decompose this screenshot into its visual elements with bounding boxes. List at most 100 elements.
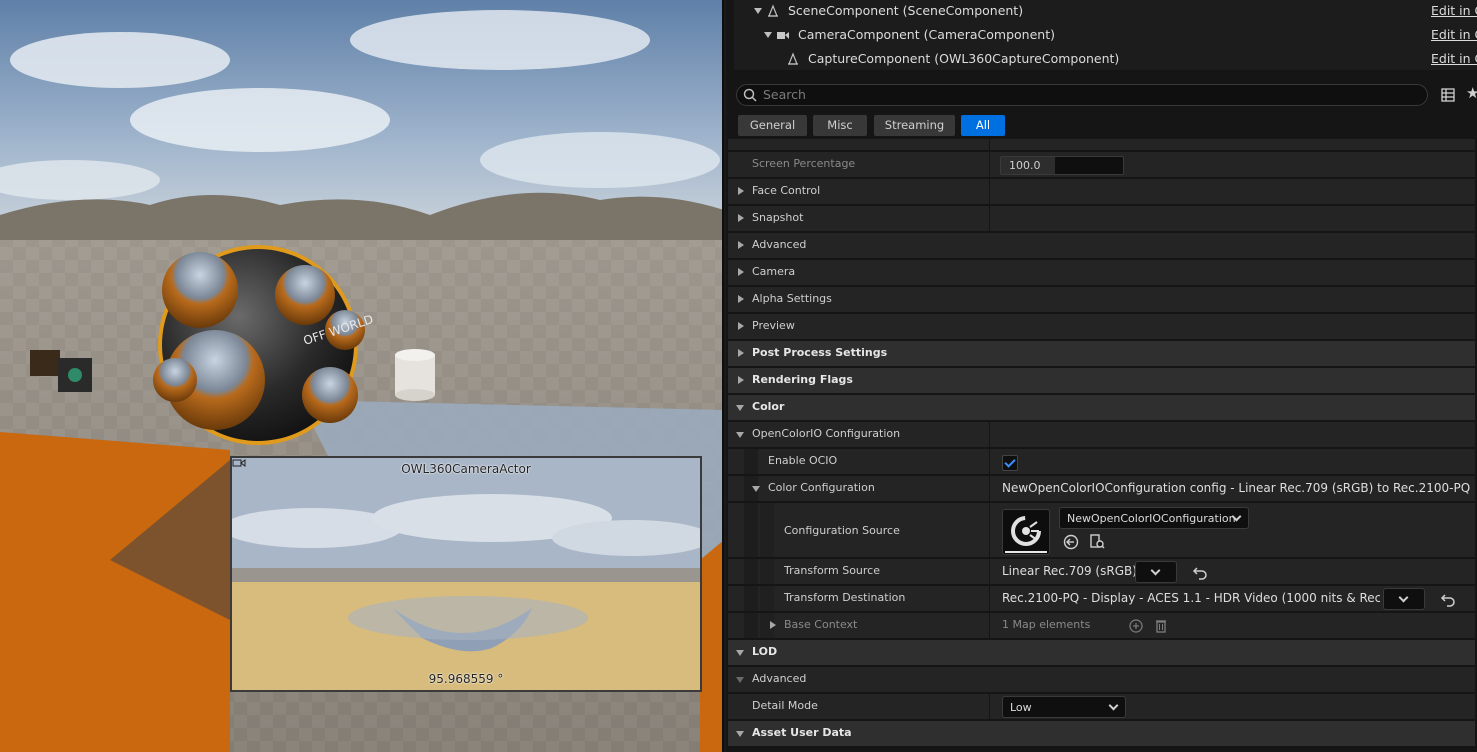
reset-to-default-icon[interactable] bbox=[1440, 591, 1456, 607]
category-label: Rendering Flags bbox=[752, 373, 853, 386]
column-divider bbox=[989, 139, 990, 150]
expand-arrow-icon bbox=[738, 187, 744, 195]
section-alpha-settings[interactable]: Alpha Settings bbox=[728, 287, 1475, 313]
capture-preview-window: OWL360CameraActor 95.968559 ° bbox=[230, 456, 702, 692]
tree-item-scene-component[interactable]: SceneComponent (SceneComponent) Edit in … bbox=[734, 0, 1477, 24]
property-list: Screen Percentage 100.0 Face Control Sna… bbox=[728, 139, 1477, 752]
category-post-process-settings[interactable]: Post Process Settings bbox=[728, 341, 1475, 367]
section-advanced[interactable]: Advanced bbox=[728, 233, 1475, 259]
column-divider bbox=[989, 206, 990, 231]
expand-arrow-icon[interactable] bbox=[764, 32, 772, 38]
property-row-opencolorio-configuration[interactable]: OpenColorIO Configuration bbox=[728, 422, 1475, 448]
category-color[interactable]: Color bbox=[728, 395, 1475, 421]
capture-component-icon bbox=[788, 52, 798, 65]
section-snapshot[interactable]: Snapshot bbox=[728, 206, 1475, 232]
tree-item-label: CameraComponent (CameraComponent) bbox=[798, 27, 1055, 42]
column-divider bbox=[989, 422, 990, 447]
property-row-detail-mode: Detail Mode Low bbox=[728, 694, 1475, 720]
filter-tab-misc[interactable]: Misc bbox=[813, 115, 867, 136]
indent-guide bbox=[744, 503, 758, 557]
section-face-control[interactable]: Face Control bbox=[728, 179, 1475, 205]
details-search-input[interactable]: Search bbox=[736, 84, 1428, 106]
edit-in-cpp-link[interactable]: Edit in C++ bbox=[1431, 3, 1477, 18]
browse-asset-icon[interactable] bbox=[1089, 534, 1105, 550]
column-divider bbox=[989, 613, 990, 638]
reset-to-default-icon[interactable] bbox=[1192, 564, 1208, 580]
dropdown-value: Low bbox=[1010, 701, 1032, 714]
property-row-configuration-source: Configuration Source NewOpenColorIOConfi… bbox=[728, 503, 1475, 558]
details-panel: SceneComponent (SceneComponent) Edit in … bbox=[726, 0, 1477, 752]
expand-arrow-icon bbox=[738, 268, 744, 276]
add-element-icon[interactable] bbox=[1129, 619, 1143, 633]
indent-guide bbox=[760, 586, 774, 611]
indent-guide bbox=[744, 613, 758, 638]
transform-source-dropdown[interactable] bbox=[1135, 561, 1177, 583]
expand-arrow-icon bbox=[738, 322, 744, 330]
filter-tab-all[interactable]: All bbox=[961, 115, 1005, 136]
base-context-value: 1 Map elements bbox=[1002, 618, 1091, 631]
chevron-down-icon bbox=[1108, 700, 1119, 711]
configuration-source-dropdown[interactable]: NewOpenColorIOConfiguration bbox=[1059, 507, 1249, 529]
filter-tab-general[interactable]: General bbox=[738, 115, 807, 136]
partial-property-row bbox=[728, 139, 1475, 151]
favorites-star-icon[interactable]: ★ bbox=[1466, 86, 1477, 101]
filter-tab-streaming[interactable]: Streaming bbox=[874, 115, 955, 136]
collapse-arrow-icon bbox=[752, 486, 760, 492]
screen-percentage-value: 100.0 bbox=[1009, 159, 1041, 172]
tree-item-capture-component[interactable]: CaptureComponent (OWL360CaptureComponent… bbox=[734, 48, 1477, 72]
section-label: Snapshot bbox=[752, 211, 804, 224]
collapse-arrow-icon bbox=[736, 731, 744, 737]
section-label: Advanced bbox=[752, 672, 807, 685]
asset-thumbnail[interactable] bbox=[1002, 509, 1050, 555]
expand-arrow-icon bbox=[738, 241, 744, 249]
category-rendering-flags[interactable]: Rendering Flags bbox=[728, 368, 1475, 394]
section-label: Preview bbox=[752, 319, 795, 332]
collapse-arrow-icon bbox=[736, 650, 744, 656]
chevron-down-icon bbox=[1150, 565, 1161, 576]
section-lod-advanced[interactable]: Advanced bbox=[728, 667, 1475, 693]
section-label: Alpha Settings bbox=[752, 292, 832, 305]
opencolorio-logo-icon bbox=[1011, 516, 1041, 546]
property-row-base-context[interactable]: Base Context 1 Map elements bbox=[728, 613, 1475, 639]
enable-ocio-checkbox[interactable] bbox=[1002, 455, 1018, 471]
column-divider bbox=[989, 586, 990, 611]
expand-arrow-icon[interactable] bbox=[754, 8, 762, 14]
transform-destination-dropdown[interactable] bbox=[1383, 588, 1425, 610]
screen-percentage-field[interactable]: 100.0 bbox=[1000, 156, 1124, 175]
property-label: Transform Destination bbox=[784, 591, 906, 604]
indent-guide bbox=[744, 449, 758, 474]
property-label: OpenColorIO Configuration bbox=[752, 427, 901, 440]
trash-icon[interactable] bbox=[1154, 618, 1168, 634]
property-label: Screen Percentage bbox=[752, 157, 856, 170]
section-label: Advanced bbox=[752, 238, 807, 251]
category-lod[interactable]: LOD bbox=[728, 640, 1475, 666]
property-label: Enable OCIO bbox=[768, 454, 838, 467]
camera-icon bbox=[777, 32, 789, 39]
column-divider bbox=[989, 694, 990, 719]
tree-item-camera-component[interactable]: CameraComponent (CameraComponent) Edit i… bbox=[734, 24, 1477, 48]
preview-title: OWL360CameraActor bbox=[401, 462, 531, 476]
tree-item-label: CaptureComponent (OWL360CaptureComponent… bbox=[808, 51, 1120, 66]
tree-item-label: SceneComponent (SceneComponent) bbox=[788, 3, 1024, 18]
category-asset-user-data[interactable]: Asset User Data bbox=[728, 721, 1475, 747]
property-matrix-icon[interactable] bbox=[1441, 88, 1455, 102]
section-camera[interactable]: Camera bbox=[728, 260, 1475, 286]
chevron-down-icon bbox=[1398, 592, 1409, 603]
indent-guide bbox=[760, 503, 774, 557]
expand-arrow-icon bbox=[738, 349, 744, 357]
column-divider bbox=[989, 476, 990, 501]
edit-in-cpp-link[interactable]: Edit in C++ bbox=[1431, 51, 1477, 66]
property-label: Detail Mode bbox=[752, 699, 818, 712]
property-label: Color Configuration bbox=[768, 481, 875, 494]
column-divider bbox=[989, 152, 990, 177]
detail-mode-dropdown[interactable]: Low bbox=[1002, 696, 1126, 718]
column-divider bbox=[989, 449, 990, 474]
category-label: Color bbox=[752, 400, 785, 413]
dropdown-value: NewOpenColorIOConfiguration bbox=[1067, 512, 1236, 525]
property-row-color-configuration[interactable]: Color Configuration NewOpenColorIOConfig… bbox=[728, 476, 1475, 502]
section-preview[interactable]: Preview bbox=[728, 314, 1475, 340]
edit-in-cpp-link[interactable]: Edit in C++ bbox=[1431, 27, 1477, 42]
level-viewport[interactable]: OFF WORLD OWL360CameraActor 95.968559 ° bbox=[0, 0, 724, 752]
checkmark-icon bbox=[1004, 456, 1016, 468]
use-selected-asset-icon[interactable] bbox=[1063, 534, 1079, 550]
